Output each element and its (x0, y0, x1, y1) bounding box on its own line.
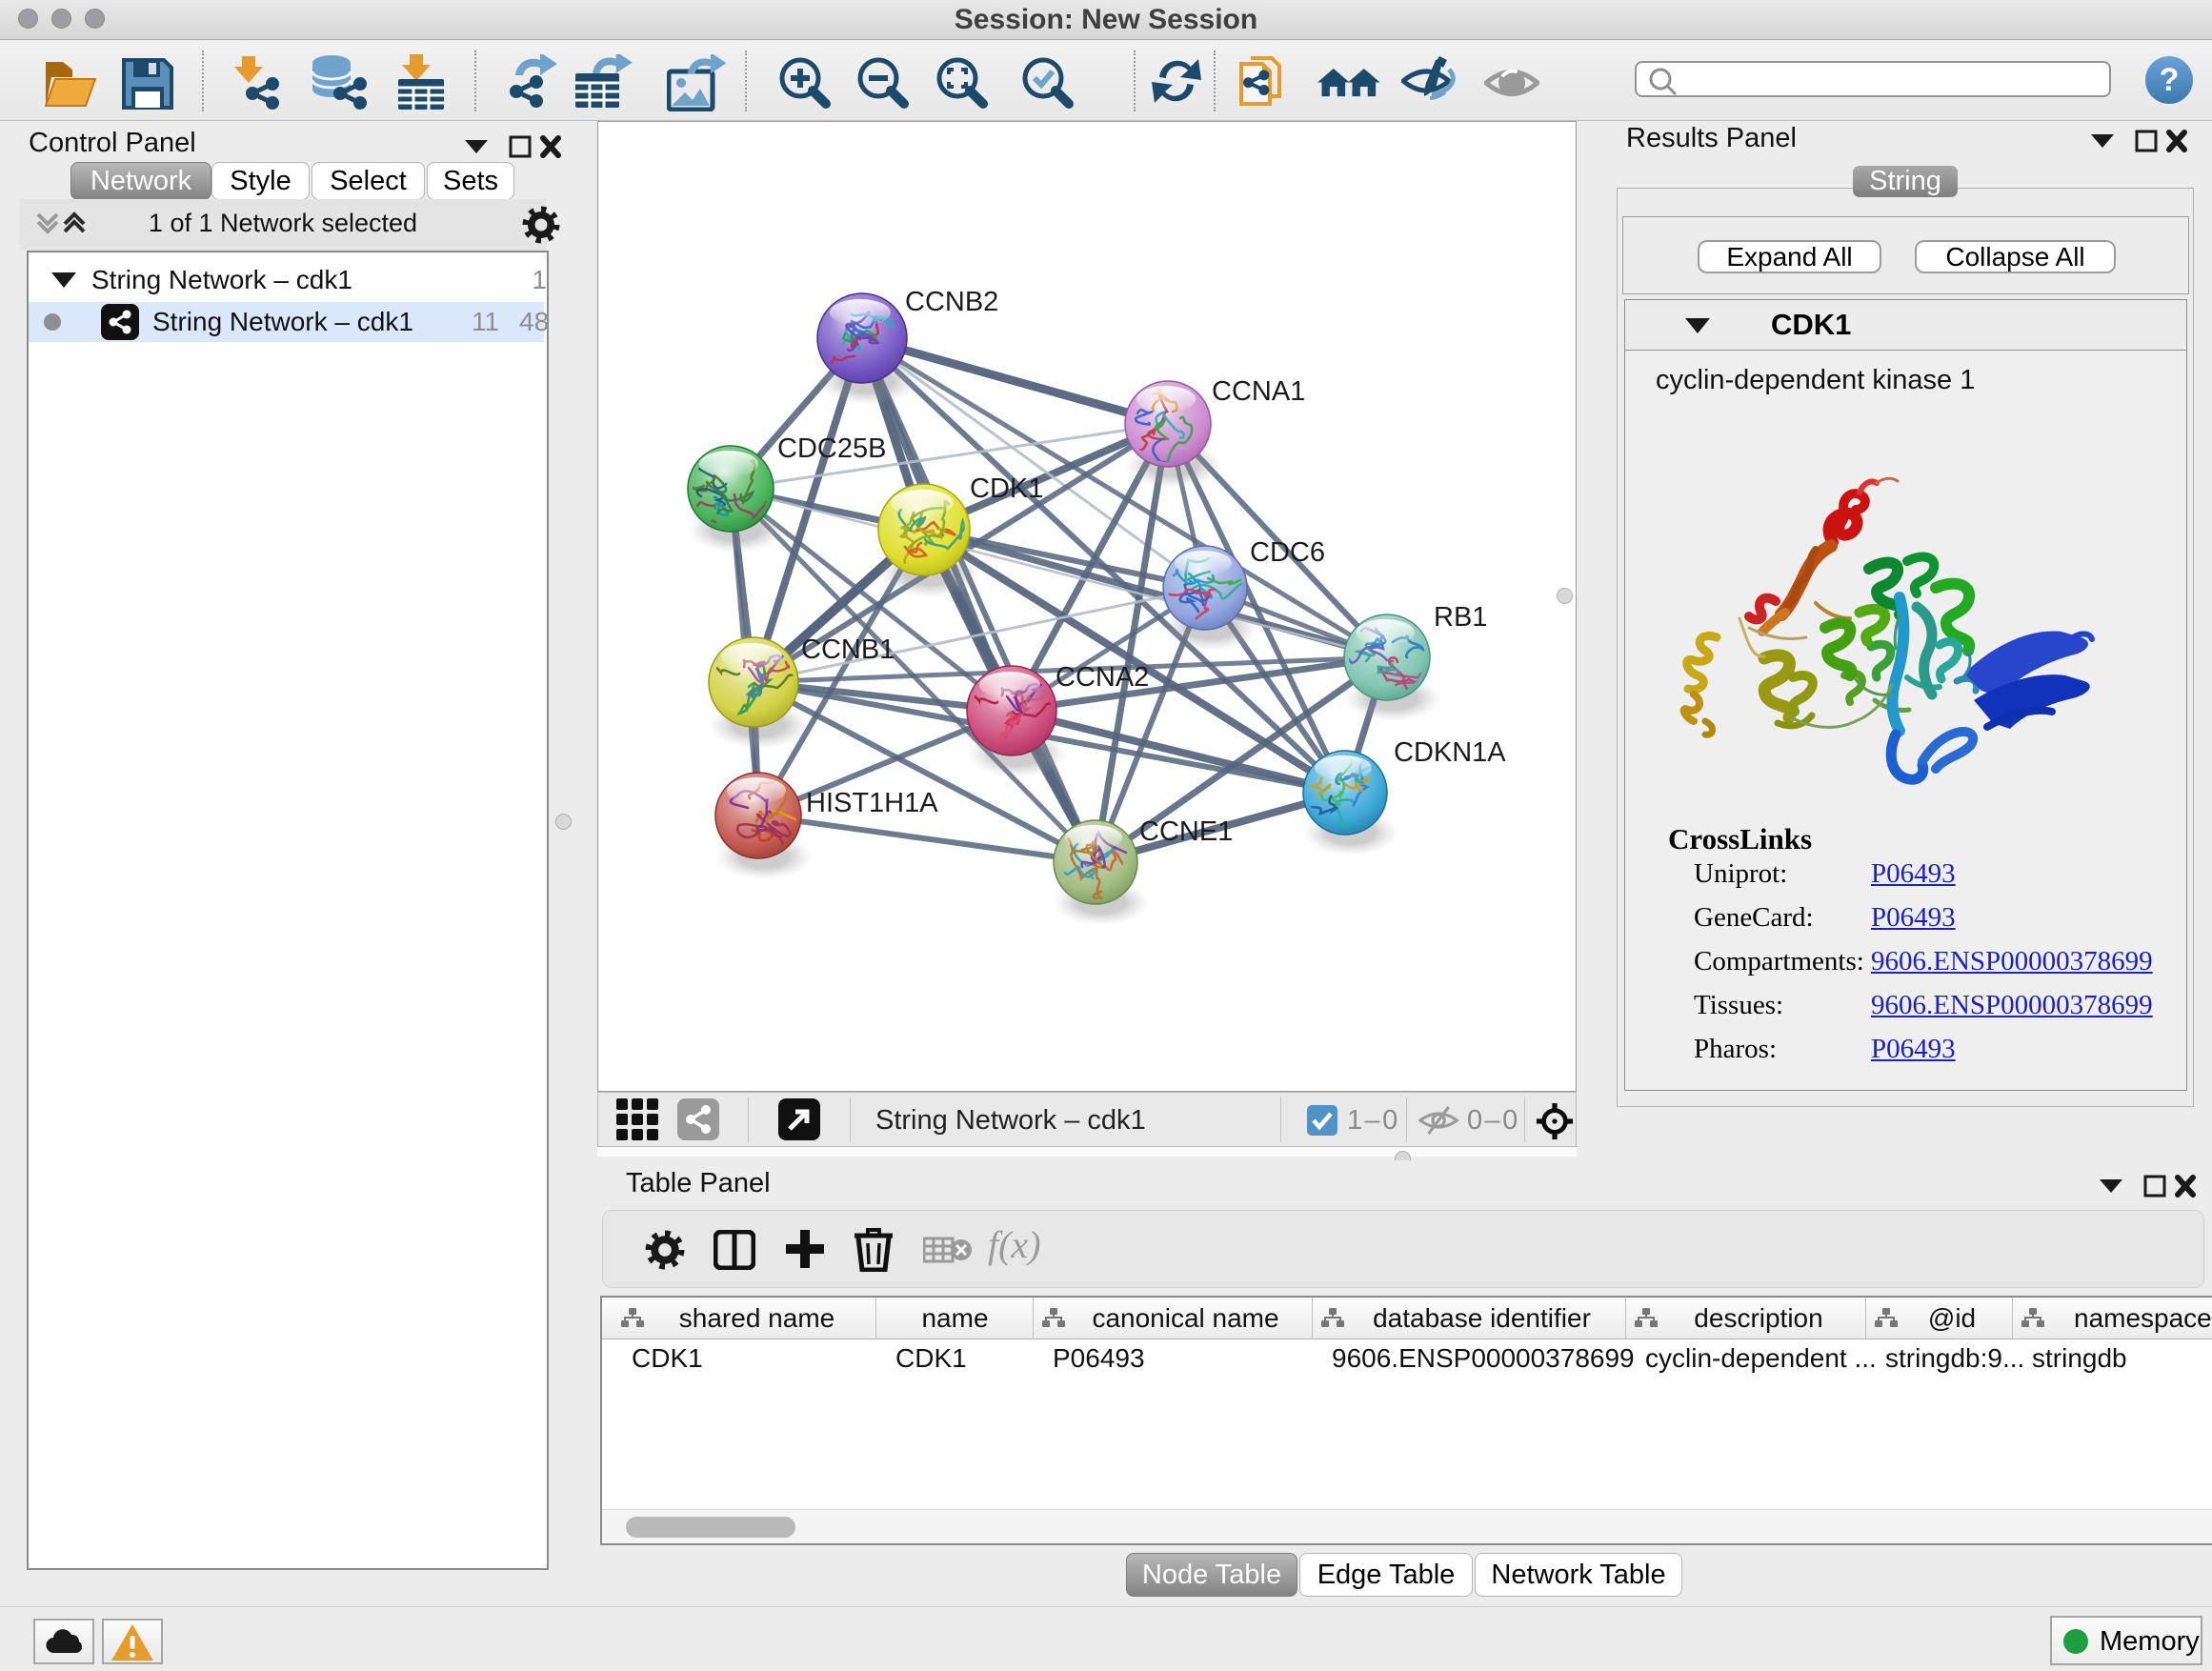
svg-text:CDC25B: CDC25B (777, 433, 886, 464)
svg-text:RB1: RB1 (1434, 602, 1487, 633)
svg-text:CCNB1: CCNB1 (801, 634, 895, 665)
svg-text:CCNE1: CCNE1 (1139, 816, 1233, 847)
svg-text:CDK1: CDK1 (970, 473, 1043, 504)
svg-text:CDC6: CDC6 (1250, 537, 1325, 568)
svg-text:CCNB2: CCNB2 (905, 287, 998, 317)
svg-text:HIST1H1A: HIST1H1A (806, 788, 938, 818)
svg-text:CCNA2: CCNA2 (1056, 662, 1149, 693)
svg-text:CCNA1: CCNA1 (1212, 376, 1305, 407)
svg-text:CDKN1A: CDKN1A (1394, 737, 1506, 768)
